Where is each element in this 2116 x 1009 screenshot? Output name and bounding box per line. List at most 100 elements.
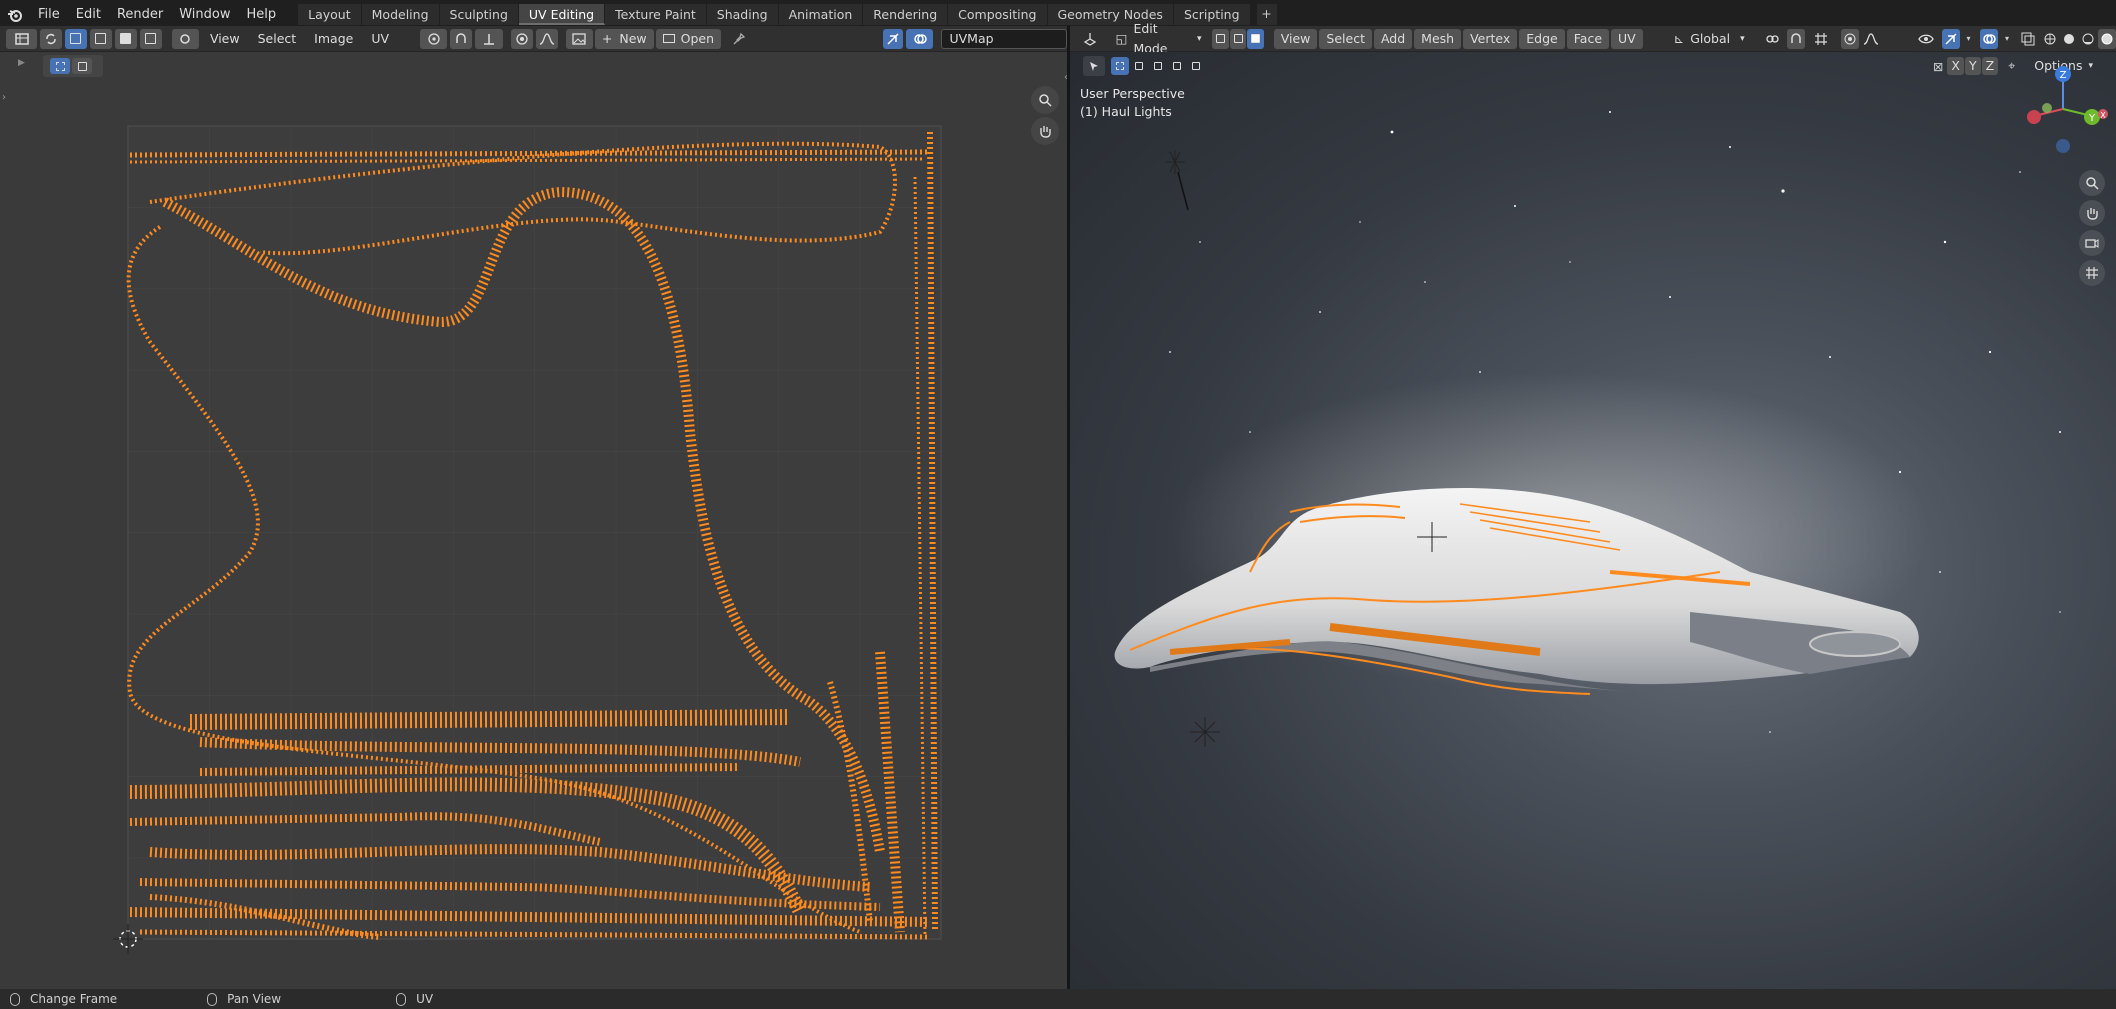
editor-type-icon[interactable] <box>6 28 38 49</box>
mirror-x-button[interactable]: X <box>1947 57 1964 75</box>
tab-animation[interactable]: Animation <box>778 4 864 25</box>
menu-image[interactable]: Image <box>307 29 360 49</box>
sync-selection-icon[interactable] <box>40 28 62 49</box>
proportional-edit-icon[interactable] <box>510 28 533 49</box>
mirror-icon[interactable]: ⊠ <box>1933 59 1943 74</box>
blender-logo-icon[interactable] <box>0 0 30 29</box>
orientation-icon: ⊾ <box>1673 30 1685 46</box>
menu-file[interactable]: File <box>30 7 68 22</box>
vertex-mode-icon[interactable] <box>1212 28 1229 49</box>
viewport-header: ◱ Edit Mode ▾ View Select Add Mesh Vertex … <box>1070 21 2116 56</box>
menu-face[interactable]: Face <box>1566 28 1610 49</box>
snap-target-icon[interactable] <box>475 28 503 49</box>
tab-rendering[interactable]: Rendering <box>863 4 949 25</box>
overlays-3d-icon[interactable] <box>1980 28 1999 49</box>
falloff-icon[interactable] <box>535 28 558 49</box>
tab-compositing[interactable]: Compositing <box>948 4 1048 25</box>
add-workspace-button[interactable]: + <box>1256 4 1277 25</box>
select-extend-icon[interactable] <box>1130 57 1148 75</box>
edit-mode-icon: ◱ <box>1115 30 1128 46</box>
navigation-gizmo[interactable]: Z Y X <box>2020 64 2110 164</box>
gizmo-toggle-icon[interactable] <box>1941 28 1960 49</box>
uv-editor-canvas[interactable]: ▶ ‹ › <box>0 52 1068 989</box>
wireframe-shading-icon[interactable] <box>2040 28 2059 49</box>
camera-view-icon[interactable] <box>2079 230 2105 256</box>
overlays-icon[interactable] <box>906 28 934 49</box>
ortho-toggle-icon[interactable] <box>2079 260 2105 286</box>
select-invert-icon[interactable] <box>1168 57 1186 75</box>
overlays-dropdown-icon[interactable]: ▾ <box>2001 28 2013 49</box>
menu-edit[interactable]: Edit <box>68 7 109 22</box>
tab-layout[interactable]: Layout <box>298 4 362 25</box>
uv-editor-header: View Select Image UV + New Open UVMap <box>0 26 1067 52</box>
tab-scripting[interactable]: Scripting <box>1173 4 1251 25</box>
menu-view[interactable]: View <box>203 29 247 49</box>
mirror-y-button[interactable]: Y <box>1964 57 1981 75</box>
tab-texture-paint[interactable]: Texture Paint <box>605 4 707 25</box>
select-intersect-icon[interactable] <box>1187 57 1205 75</box>
mode-dropdown[interactable]: ◱ Edit Mode ▾ <box>1109 21 1209 56</box>
menu-select-3d[interactable]: Select <box>1319 28 1372 49</box>
pivot-point-icon[interactable] <box>420 28 448 49</box>
menu-select[interactable]: Select <box>251 29 304 49</box>
tab-uv-editing[interactable]: UV Editing <box>518 4 606 25</box>
snap-icon[interactable] <box>450 28 473 49</box>
menu-edge[interactable]: Edge <box>1519 28 1565 49</box>
mouse-right-icon <box>396 992 407 1006</box>
uv-layout[interactable] <box>0 52 1067 989</box>
menu-help[interactable]: Help <box>239 7 285 22</box>
status-change-frame: Change Frame <box>10 992 117 1006</box>
tab-shading[interactable]: Shading <box>706 4 779 25</box>
island-select-mode-icon[interactable] <box>139 28 162 49</box>
perspective-label: User Perspective <box>1080 86 1185 101</box>
pan-3d-icon[interactable] <box>2079 200 2105 226</box>
select-subtract-icon[interactable] <box>1149 57 1167 75</box>
zoom-3d-icon[interactable] <box>2079 170 2105 196</box>
menu-vertex[interactable]: Vertex <box>1463 28 1518 49</box>
gizmo-dropdown-icon[interactable]: ▾ <box>1962 28 1975 49</box>
menu-add[interactable]: Add <box>1373 28 1413 49</box>
material-shading-icon[interactable] <box>2078 28 2098 49</box>
editor-type-3d-icon[interactable] <box>1078 28 1103 49</box>
mouse-middle-icon <box>207 992 218 1006</box>
3d-viewport[interactable]: User Perspective (1) Haul Lights ⊠ X Y Z… <box>1070 52 2116 989</box>
solid-shading-icon[interactable] <box>2059 28 2078 49</box>
tweak-tool-icon[interactable] <box>1083 56 1105 76</box>
snap-grid-icon[interactable] <box>1808 28 1833 49</box>
select-box-3d-icon[interactable] <box>1111 57 1129 75</box>
folder-icon <box>662 34 675 43</box>
auto-merge-icon[interactable]: ⌖ <box>2008 58 2015 74</box>
xray-icon[interactable] <box>2018 28 2037 49</box>
uvmap-field[interactable]: UVMap <box>941 28 1067 49</box>
tab-modeling[interactable]: Modeling <box>361 4 440 25</box>
face-mode-icon[interactable] <box>1247 28 1264 49</box>
edge-mode-icon[interactable] <box>1229 28 1247 49</box>
sticky-selection-icon[interactable] <box>171 28 199 49</box>
gizmo-x-label: X <box>2100 111 2106 120</box>
pivot-3d-icon[interactable] <box>1759 28 1785 49</box>
menu-uv[interactable]: UV <box>364 29 396 49</box>
transform-orientation-dropdown[interactable]: ⊾ Global ▾ <box>1667 29 1752 49</box>
menu-mesh[interactable]: Mesh <box>1414 28 1462 49</box>
menu-render[interactable]: Render <box>109 7 171 22</box>
menu-window[interactable]: Window <box>171 7 238 22</box>
face-select-mode-icon[interactable] <box>114 28 137 49</box>
edge-select-mode-icon[interactable] <box>89 28 112 49</box>
status-pan-view: Pan View <box>207 992 281 1006</box>
open-image-button[interactable]: Open <box>655 28 722 49</box>
rendered-shading-icon[interactable] <box>2098 28 2116 49</box>
falloff-3d-icon[interactable] <box>1861 28 1881 49</box>
menu-uv-3d[interactable]: UV <box>1611 28 1643 49</box>
vertex-select-mode-icon[interactable] <box>64 28 87 49</box>
visibility-icon[interactable] <box>1914 28 1939 49</box>
new-image-button[interactable]: + New <box>594 28 654 49</box>
image-browse-icon[interactable] <box>565 28 593 49</box>
uv-sync-icon[interactable] <box>883 28 904 49</box>
tab-sculpting[interactable]: Sculpting <box>439 4 519 25</box>
pin-icon[interactable] <box>725 29 753 49</box>
snap-3d-icon[interactable] <box>1787 28 1806 49</box>
proportional-3d-icon[interactable] <box>1840 28 1859 49</box>
mirror-z-button[interactable]: Z <box>1981 57 1999 75</box>
menu-view-3d[interactable]: View <box>1273 28 1318 49</box>
status-bar: Change Frame Pan View UV <box>0 989 2116 1009</box>
